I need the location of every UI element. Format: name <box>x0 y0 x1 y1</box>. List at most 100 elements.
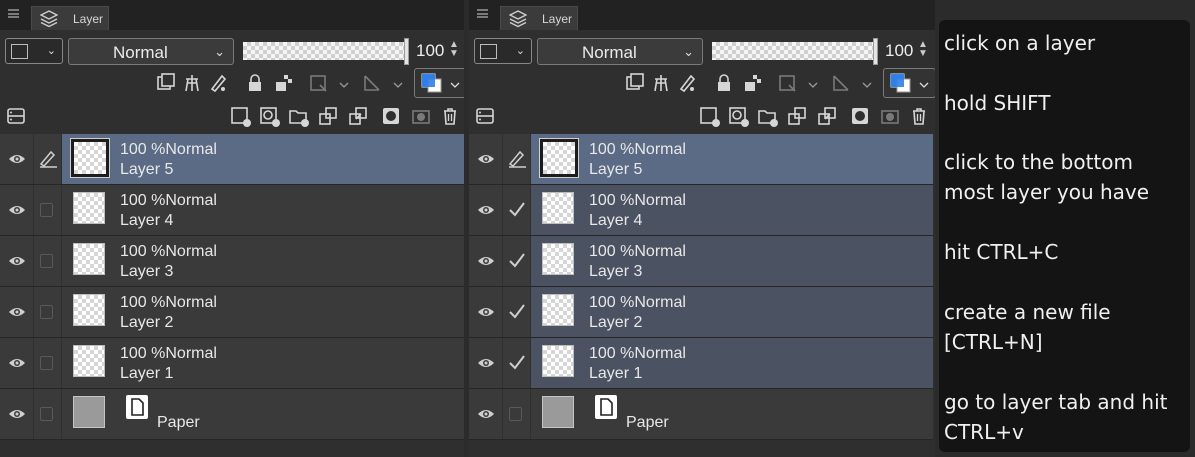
edit-target-cell[interactable] <box>503 389 530 439</box>
layer-body[interactable]: 100 %Normal Layer 1 <box>531 338 933 388</box>
edit-target-cell[interactable] <box>34 338 61 388</box>
expression-color-dropdown[interactable]: ⌄ <box>5 38 63 64</box>
edit-target-cell[interactable] <box>503 236 530 286</box>
visibility-cell[interactable] <box>0 287 33 337</box>
layer-row[interactable]: 100 %Normal Layer 2 <box>469 287 933 338</box>
layer-checkbox[interactable] <box>509 407 522 421</box>
eye-icon[interactable] <box>8 203 26 221</box>
opacity-spinner-icon[interactable]: ▲ ▼ <box>918 40 928 59</box>
layer-row[interactable]: 100 %Normal Layer 1 <box>0 338 464 389</box>
opacity-value[interactable]: 100 <box>416 41 444 61</box>
reference-layer-icon[interactable] <box>651 73 671 98</box>
layer-body[interactable]: 100 %Normal Layer 3 <box>62 236 464 286</box>
edit-target-cell[interactable] <box>503 287 530 337</box>
menu-icon[interactable] <box>8 9 19 18</box>
visibility-cell[interactable] <box>469 185 502 235</box>
eye-icon[interactable] <box>8 152 26 170</box>
draft-layer-icon[interactable] <box>208 73 228 98</box>
layer-body[interactable]: 100 %Normal Layer 1 <box>62 338 464 388</box>
visibility-cell[interactable] <box>469 134 502 184</box>
layer-checkbox[interactable] <box>40 356 53 370</box>
eye-icon[interactable] <box>477 305 495 323</box>
eye-icon[interactable] <box>477 203 495 221</box>
layer-checkbox[interactable] <box>40 254 53 268</box>
menu-icon[interactable] <box>477 9 488 18</box>
layer-body[interactable]: 100 %Normal Layer 2 <box>531 287 933 337</box>
lock-icon[interactable] <box>245 73 265 98</box>
layer-body[interactable]: 100 %Normal Layer 4 <box>62 185 464 235</box>
visibility-cell[interactable] <box>469 389 502 439</box>
layer-row[interactable]: 100 %Normal Layer 2 <box>0 287 464 338</box>
draft-layer-icon[interactable] <box>677 73 697 98</box>
expression-color-dropdown[interactable]: ⌄ <box>474 38 532 64</box>
blend-mode-select[interactable]: Normal ⌄ <box>537 38 703 65</box>
clip-icon[interactable] <box>625 73 645 98</box>
lock-icon[interactable] <box>714 73 734 98</box>
layer-row[interactable]: 100 %Normal Layer 4 <box>469 185 933 236</box>
visibility-cell[interactable] <box>0 134 33 184</box>
layer-color-select[interactable] <box>883 68 935 98</box>
transfer-to-lower-icon[interactable] <box>787 106 809 133</box>
blend-mode-select[interactable]: Normal ⌄ <box>68 38 234 65</box>
edit-target-cell[interactable] <box>503 338 530 388</box>
layer-body[interactable]: Paper <box>531 389 933 439</box>
edit-target-cell[interactable] <box>34 287 61 337</box>
opacity-value[interactable]: 100 <box>885 41 913 61</box>
layer-mask-icon[interactable] <box>381 106 401 131</box>
eye-icon[interactable] <box>8 407 26 425</box>
layer-body[interactable]: Paper <box>62 389 464 439</box>
opacity-slider-handle[interactable] <box>873 38 878 65</box>
edit-target-cell[interactable] <box>34 134 61 184</box>
trash-icon[interactable] <box>440 106 460 131</box>
visibility-cell[interactable] <box>0 338 33 388</box>
visibility-cell[interactable] <box>0 389 33 439</box>
layer-row[interactable]: 100 %Normal Layer 5 <box>469 134 933 185</box>
new-raster-layer-icon[interactable] <box>230 106 252 133</box>
layer-color-select[interactable] <box>414 68 464 98</box>
layer-row[interactable]: 100 %Normal Layer 4 <box>0 185 464 236</box>
layer-row[interactable]: 100 %Normal Layer 3 <box>469 236 933 287</box>
lock-transparent-icon[interactable] <box>743 73 763 98</box>
edit-target-cell[interactable] <box>503 185 530 235</box>
layer-mask-icon[interactable] <box>850 106 870 131</box>
combine-to-lower-icon[interactable] <box>817 106 839 133</box>
opacity-spinner-icon[interactable]: ▲ ▼ <box>449 40 459 59</box>
opacity-slider[interactable] <box>243 42 407 60</box>
transfer-to-lower-icon[interactable] <box>318 106 340 133</box>
new-vector-layer-icon[interactable] <box>728 106 750 133</box>
eye-icon[interactable] <box>477 254 495 272</box>
eye-icon[interactable] <box>477 407 495 425</box>
tab-layer[interactable]: Layer <box>500 6 578 30</box>
new-vector-layer-icon[interactable] <box>259 106 281 133</box>
layer-row[interactable]: Paper <box>469 389 933 440</box>
clip-icon[interactable] <box>156 73 176 98</box>
layer-checkbox[interactable] <box>40 203 53 217</box>
layer-checkbox[interactable] <box>40 305 53 319</box>
layer-row[interactable]: Paper <box>0 389 464 440</box>
visibility-cell[interactable] <box>469 287 502 337</box>
edit-target-cell[interactable] <box>34 185 61 235</box>
edit-target-cell[interactable] <box>503 134 530 184</box>
eye-icon[interactable] <box>477 356 495 374</box>
edit-target-cell[interactable] <box>34 389 61 439</box>
opacity-slider-handle[interactable] <box>404 38 409 65</box>
layer-row[interactable]: 100 %Normal Layer 3 <box>0 236 464 287</box>
tab-layer[interactable]: Layer <box>31 6 109 30</box>
new-raster-layer-icon[interactable] <box>699 106 721 133</box>
layer-body[interactable]: 100 %Normal Layer 4 <box>531 185 933 235</box>
visibility-cell[interactable] <box>0 185 33 235</box>
layer-row[interactable]: 100 %Normal Layer 1 <box>469 338 933 389</box>
trash-icon[interactable] <box>909 106 929 131</box>
opacity-slider[interactable] <box>712 42 876 60</box>
new-folder-icon[interactable] <box>288 106 310 133</box>
eye-icon[interactable] <box>477 152 495 170</box>
layer-body[interactable]: 100 %Normal Layer 2 <box>62 287 464 337</box>
eye-icon[interactable] <box>8 305 26 323</box>
layer-row[interactable]: 100 %Normal Layer 5 <box>0 134 464 185</box>
combine-to-lower-icon[interactable] <box>348 106 370 133</box>
new-folder-icon[interactable] <box>757 106 779 133</box>
reference-layer-icon[interactable] <box>182 73 202 98</box>
eye-icon[interactable] <box>8 254 26 272</box>
layer-checkbox[interactable] <box>40 407 53 421</box>
visibility-cell[interactable] <box>469 338 502 388</box>
